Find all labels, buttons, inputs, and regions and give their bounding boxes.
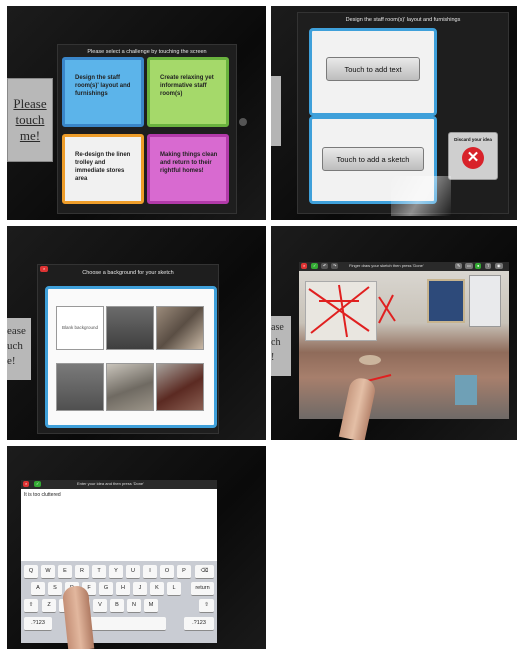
key-o[interactable]: O [160, 565, 174, 579]
cancel-button[interactable]: × [301, 263, 308, 269]
key-s[interactable]: S [48, 582, 62, 596]
photo-choose-background: ease uch e! Choose a background for your… [7, 226, 266, 440]
shift-icon[interactable]: ⇧ [24, 599, 38, 613]
key-y[interactable]: Y [109, 565, 123, 579]
challenge-tile-linen-trolley[interactable]: Re-design the linen trolley and immediat… [62, 134, 144, 204]
sticker-line: e! [7, 355, 16, 367]
key-t[interactable]: T [92, 565, 106, 579]
key-l[interactable]: L [167, 582, 181, 596]
screen-title: Please select a challenge by touching th… [87, 49, 207, 55]
background-chooser: Blank background [45, 286, 217, 428]
x-circle-icon: ✕ [462, 147, 484, 169]
key-v[interactable]: V [93, 599, 107, 613]
kitchen-photo-thumb[interactable] [106, 363, 154, 411]
key-w[interactable]: W [41, 565, 55, 579]
text-tool-icon[interactable]: T [485, 263, 492, 269]
sticker-line: ! [271, 352, 275, 363]
cancel-button[interactable]: × [40, 266, 49, 272]
key-j[interactable]: J [133, 582, 147, 596]
key-e[interactable]: E [58, 565, 72, 579]
sticker-line: me! [19, 128, 41, 143]
backspace-icon[interactable]: ⌫ [195, 565, 214, 579]
grey-texture-thumb[interactable] [106, 306, 154, 350]
camera-icon[interactable]: ◉ [495, 263, 503, 269]
key-n[interactable]: N [127, 599, 141, 613]
return-key[interactable]: return [191, 582, 214, 596]
sticker-line: touch [15, 112, 45, 127]
chair [455, 375, 477, 405]
key-b[interactable]: B [110, 599, 124, 613]
add-text-button[interactable]: Touch to add text [326, 57, 420, 81]
metal-texture-thumb[interactable] [56, 363, 104, 411]
shift-icon[interactable]: ⇧ [199, 599, 214, 613]
key-m[interactable]: M [144, 599, 158, 613]
photo-add-idea: Design the staff room(s)' layout and fur… [271, 6, 517, 220]
on-screen-keyboard: ⌫ return ⇧ ⇧ .?123 .?123 QWERTYUIOPASDFG… [21, 561, 217, 643]
glare [391, 176, 451, 216]
sticker-line: uch [7, 340, 23, 352]
lounge-photo-thumb[interactable] [156, 363, 204, 411]
eraser-icon[interactable]: ▭ [465, 263, 473, 269]
toolbar-hint: Enter your idea and then press 'Done' [77, 481, 144, 486]
text-toolbar: × ✓ Enter your idea and then press 'Done… [21, 480, 217, 489]
challenge-tile-layout[interactable]: Design the staff room(s)' layout and fur… [62, 57, 144, 127]
done-button[interactable]: ✓ [34, 481, 42, 487]
key-p[interactable]: P [177, 565, 191, 579]
discard-label: Discard your idea [454, 137, 492, 142]
pencil-icon[interactable]: ✎ [455, 263, 463, 269]
done-button[interactable]: ✓ [311, 263, 319, 269]
sticker-line: ch [271, 337, 281, 348]
photo-enter-text: × ✓ Enter your idea and then press 'Done… [7, 446, 266, 649]
challenge-tile-relaxing[interactable]: Create relaxing yet informative staff ro… [147, 57, 229, 127]
please-touch-me-sticker: ease uch e! [7, 318, 31, 380]
add-text-card: Touch to add text [309, 28, 437, 116]
screw-icon [239, 118, 247, 126]
redo-button[interactable]: ↷ [331, 263, 339, 269]
key-z[interactable]: Z [42, 599, 56, 613]
number-mode-key[interactable]: .?123 [184, 617, 214, 631]
screen-title: Design the staff room(s)' layout and fur… [345, 17, 461, 23]
staff-room-photo-thumb[interactable] [156, 306, 204, 350]
photo-challenge-select: Please touch me! Please select a challen… [7, 6, 266, 220]
sticker-edge [271, 76, 281, 146]
toolbar-hint: Finger draw your sketch then press 'Done… [349, 263, 424, 268]
cancel-button[interactable]: × [23, 481, 30, 487]
number-mode-key[interactable]: .?123 [24, 617, 52, 631]
please-touch-me-sticker: ase ch ! [271, 316, 291, 376]
key-g[interactable]: G [99, 582, 113, 596]
key-k[interactable]: K [150, 582, 164, 596]
please-touch-me-sticker: Please touch me! [7, 78, 53, 162]
key-a[interactable]: A [31, 582, 45, 596]
key-q[interactable]: Q [24, 565, 38, 579]
sketch-toolbar: × ✓ ↶ ↷ Finger draw your sketch then pre… [299, 262, 509, 271]
undo-button[interactable]: ↶ [321, 263, 329, 269]
colour-picker-icon[interactable]: ● [475, 263, 482, 269]
challenge-tile-clean[interactable]: Making things clean and return to their … [147, 134, 229, 204]
sticker-line: Please [13, 96, 47, 111]
typed-text: It is too cluttered [24, 492, 61, 498]
red-sketch-strokes [308, 284, 396, 384]
screen-title: Choose a background for your sketch [82, 270, 174, 276]
photo-sketch-on-photo: ase ch ! × ✓ ↶ ↷ Finger draw your sketch… [271, 226, 517, 440]
idea-text-area[interactable]: It is too cluttered [21, 489, 217, 561]
sticker-line: ase [271, 322, 284, 333]
add-sketch-button[interactable]: Touch to add a sketch [322, 147, 424, 171]
sticker-line: ease [7, 325, 26, 337]
key-u[interactable]: U [126, 565, 140, 579]
coffee-table [359, 355, 381, 365]
blank-background-label: Blank background [61, 325, 99, 330]
key-i[interactable]: I [143, 565, 157, 579]
staff-room-photo[interactable] [299, 271, 509, 419]
discard-button[interactable]: Discard your idea ✕ [448, 132, 498, 180]
blank-background-thumb[interactable]: Blank background [56, 306, 104, 350]
key-r[interactable]: R [75, 565, 89, 579]
key-h[interactable]: H [116, 582, 130, 596]
